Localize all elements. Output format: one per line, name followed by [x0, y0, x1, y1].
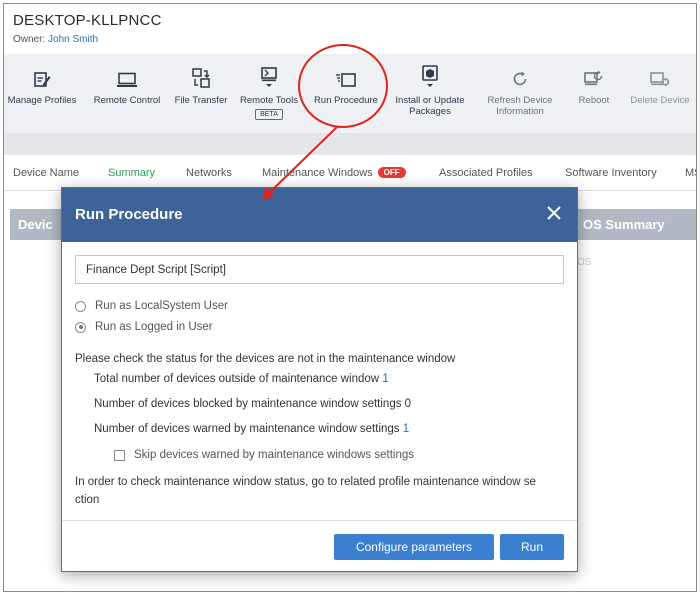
beta-badge: BETA — [255, 109, 283, 120]
device-toolbar: Manage Profiles Remote Control File Tran… — [4, 54, 696, 133]
remote-control-button[interactable]: Remote Control — [88, 54, 166, 133]
run-button[interactable]: Run — [500, 534, 564, 560]
device-owner: Owner: John Smith — [13, 34, 696, 45]
radio-logged-in-label: Run as Logged in User — [95, 321, 213, 333]
reboot-icon — [584, 70, 603, 86]
tab-associated-profiles[interactable]: Associated Profiles — [439, 167, 533, 179]
blocked-count: 0 — [404, 398, 412, 410]
run-procedure-dialog: Run Procedure Run as LocalSystem User Ru… — [61, 187, 578, 572]
radio-local-system-circle[interactable] — [75, 300, 86, 312]
tab-maintenance-windows-label: Maintenance Windows — [262, 167, 373, 179]
maintenance-off-badge: OFF — [377, 167, 406, 178]
dialog-footer: Configure parameters Run — [62, 520, 577, 571]
tab-networks[interactable]: Networks — [186, 167, 232, 179]
tab-summary[interactable]: Summary — [108, 167, 155, 179]
run-procedure-icon — [336, 73, 356, 87]
dialog-body: Run as LocalSystem User Run as Logged in… — [62, 242, 577, 520]
radio-local-system-label: Run as LocalSystem User — [95, 300, 228, 312]
total-outside-row: Total number of devices outside of maint… — [94, 373, 389, 385]
device-panel: DESKTOP-KLLPNCC Owner: John Smith Manage… — [3, 3, 697, 592]
install-update-packages-label: Install or Update Packages — [395, 95, 465, 117]
skip-warned-devices-option[interactable]: Skip devices warned by maintenance windo… — [114, 449, 414, 461]
radio-logged-in-circle[interactable] — [75, 321, 86, 333]
refresh-icon — [513, 71, 527, 86]
device-header: DESKTOP-KLLPNCC Owner: John Smith — [4, 4, 696, 54]
remote-tools-label: Remote Tools — [240, 95, 298, 106]
device-name-title: DESKTOP-KLLPNCC — [13, 12, 162, 29]
grid-header-device: Devic — [18, 217, 53, 232]
refresh-device-info-label: Refresh Device Information — [487, 95, 553, 117]
warned-row: Number of devices warned by maintenance … — [94, 423, 409, 435]
reboot-label: Reboot — [578, 95, 610, 106]
total-outside-count[interactable]: 1 — [382, 373, 388, 385]
remote-control-label: Remote Control — [93, 95, 161, 106]
total-outside-label: Total number of devices outside of maint… — [94, 373, 380, 385]
delete-device-icon — [650, 72, 670, 86]
run-procedure-button[interactable]: Run Procedure — [308, 54, 384, 133]
dialog-title: Run Procedure — [75, 206, 183, 223]
install-update-packages-button[interactable]: Install or Update Packages — [388, 54, 472, 133]
delete-device-button[interactable]: Delete Device — [626, 54, 694, 133]
run-procedure-label: Run Procedure — [314, 95, 378, 106]
configure-parameters-button[interactable]: Configure parameters — [334, 534, 494, 560]
tab-device-name[interactable]: Device Name — [13, 167, 79, 179]
file-transfer-icon — [192, 68, 210, 88]
remote-tools-icon — [261, 67, 277, 87]
status-intro-text: Please check the status for the devices … — [75, 353, 456, 365]
procedure-field[interactable] — [75, 255, 564, 284]
radio-local-system-user[interactable]: Run as LocalSystem User — [75, 300, 228, 312]
file-transfer-label: File Transfer — [174, 95, 228, 106]
device-tabs: Device Name Summary Networks Maintenance… — [4, 155, 696, 191]
owner-name-link[interactable]: John Smith — [48, 34, 98, 45]
tab-more[interactable]: MS — [685, 167, 696, 179]
skip-warned-label: Skip devices warned by maintenance windo… — [134, 449, 414, 461]
radio-logged-in-user[interactable]: Run as Logged in User — [75, 321, 213, 333]
manage-profiles-button[interactable]: Manage Profiles — [4, 54, 80, 133]
warned-count[interactable]: 1 — [403, 423, 409, 435]
remote-tools-button[interactable]: Remote Tools BETA — [236, 54, 302, 133]
grid-row-os: OS — [577, 257, 592, 268]
skip-warned-checkbox[interactable] — [114, 449, 125, 461]
maintenance-info-text: In order to check maintenance window sta… — [75, 476, 536, 506]
monitor-icon — [117, 72, 137, 87]
blocked-label: Number of devices blocked by maintenance… — [94, 398, 402, 410]
tab-maintenance-windows[interactable]: Maintenance Windows OFF — [262, 167, 406, 179]
owner-label: Owner: — [13, 34, 46, 45]
delete-device-label: Delete Device — [630, 95, 690, 106]
manage-profiles-label: Manage Profiles — [7, 95, 77, 106]
refresh-device-info-button[interactable]: Refresh Device Information — [478, 54, 562, 133]
warned-label: Number of devices warned by maintenance … — [94, 423, 400, 435]
tab-software-inventory[interactable]: Software Inventory — [565, 167, 657, 179]
close-icon[interactable] — [544, 203, 564, 223]
file-transfer-button[interactable]: File Transfer — [168, 54, 234, 133]
edit-profile-icon — [34, 72, 51, 87]
blocked-row: Number of devices blocked by maintenance… — [94, 398, 411, 410]
grid-header-os-summary: OS Summary — [583, 217, 665, 232]
dialog-header: Run Procedure — [62, 188, 577, 242]
toolbar-divider-strip — [4, 133, 696, 155]
reboot-button[interactable]: Reboot — [570, 54, 618, 133]
package-icon — [422, 65, 438, 87]
